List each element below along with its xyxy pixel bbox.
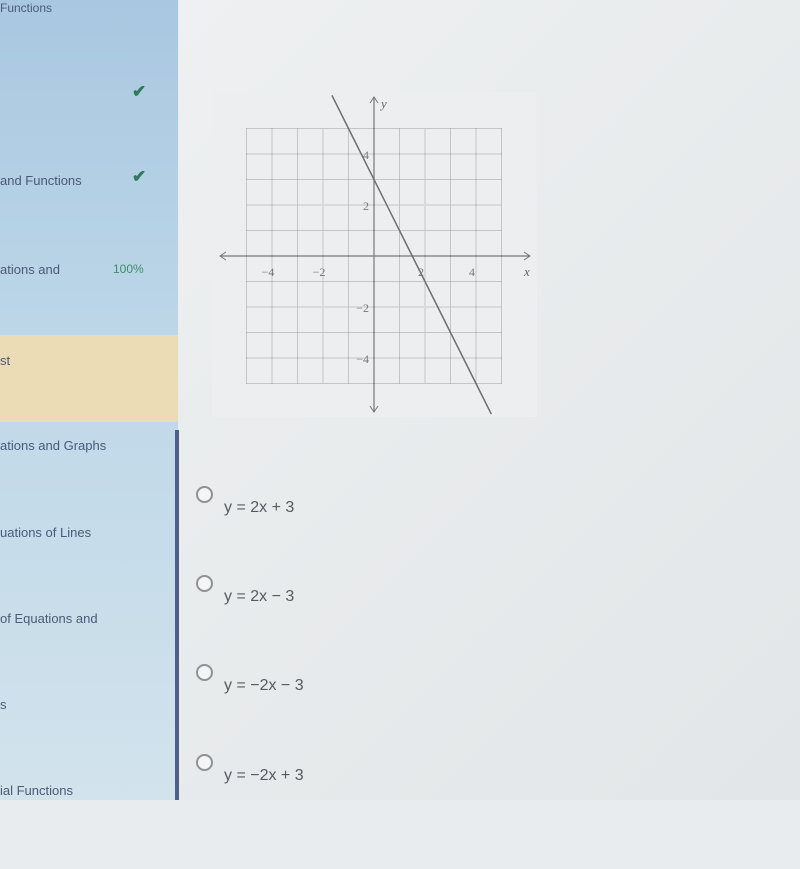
x-axis-label: x — [523, 264, 530, 279]
sidebar-item-functions-2[interactable]: ial Functions — [0, 783, 178, 869]
y-tick-label: 2 — [363, 199, 369, 213]
y-tick-label: −2 — [356, 301, 369, 315]
checkmark-icon: ✔ — [132, 167, 147, 186]
sidebar-item-label: st — [0, 353, 11, 368]
sidebar-item-label: of Equations and — [0, 611, 98, 626]
radio-button[interactable] — [196, 754, 213, 771]
x-tick-label: −4 — [262, 265, 275, 279]
sidebar-item-label: ations and Graphs — [0, 438, 107, 453]
progress-percent: 100% — [113, 262, 144, 276]
option-label: y = −2x − 3 — [224, 677, 304, 694]
sidebar-item-label: s — [0, 697, 7, 712]
sidebar-item-label: ial Functions — [0, 783, 73, 798]
sidebar-item-test[interactable]: st — [0, 335, 178, 422]
sidebar-item-completed[interactable]: ✔ — [0, 82, 178, 174]
sidebar-item-relations-functions[interactable]: and Functions ✔ — [0, 167, 178, 259]
sidebar-item-functions[interactable]: Functions — [0, 0, 178, 40]
graph-svg: −4−22442−2−4 x y — [219, 95, 531, 415]
sidebar-item-relations-graphs[interactable]: ations and Graphs — [0, 438, 178, 524]
sidebar-item-label: ations and — [0, 262, 60, 277]
radio-button[interactable] — [196, 575, 213, 592]
radio-button[interactable] — [196, 664, 213, 681]
checkmark-icon: ✔ — [132, 82, 147, 101]
sidebar-item-label: and Functions — [0, 173, 82, 188]
x-tick-label: −2 — [313, 265, 326, 279]
graph-line — [331, 95, 492, 415]
sidebar-item-label: uations of Lines — [0, 525, 92, 540]
coordinate-graph: −4−22442−2−4 x y — [212, 92, 537, 417]
sidebar-item-equations-lines[interactable]: uations of Lines — [0, 525, 178, 611]
sidebar-item-label: Functions — [0, 1, 53, 15]
option-label: y = 2x + 3 — [224, 499, 295, 516]
x-tick-label: 4 — [469, 265, 475, 279]
sidebar: Functions ✔ and Functions ✔ ations and 100… — [0, 0, 178, 800]
option-label: y = −2x + 3 — [224, 767, 304, 784]
y-axis-label: y — [379, 96, 387, 111]
sidebar-item-systems[interactable]: of Equations and — [0, 611, 178, 697]
y-tick-label: −4 — [356, 352, 369, 366]
radio-button[interactable] — [196, 486, 213, 503]
sidebar-item-s[interactable]: s — [0, 697, 178, 783]
option-label: y = 2x − 3 — [224, 588, 295, 605]
